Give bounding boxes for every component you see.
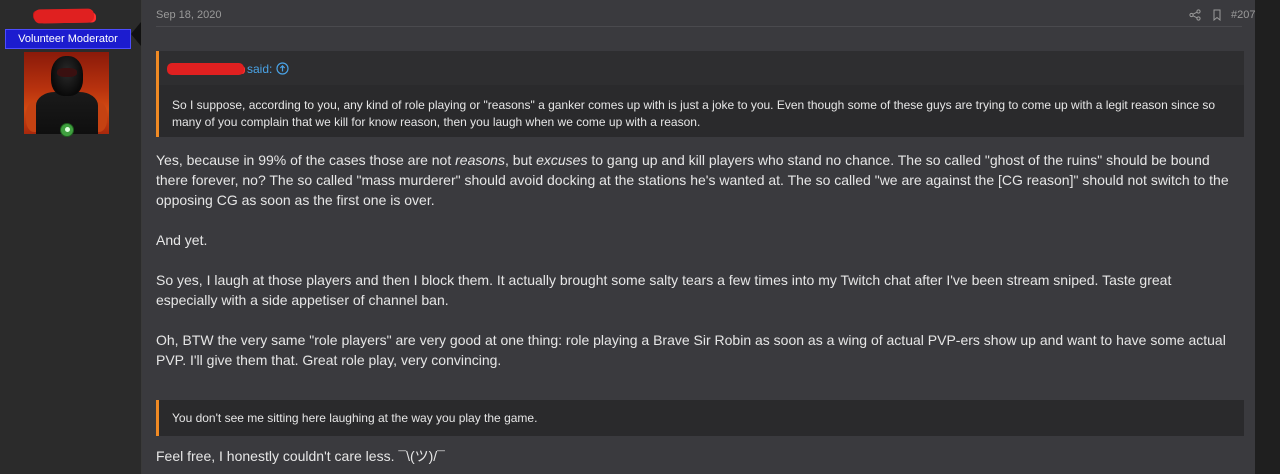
username-redacted[interactable] (33, 8, 95, 24)
quote-said-label[interactable]: said: (247, 62, 272, 76)
quote-block: You don't see me sitting here laughing a… (156, 400, 1244, 436)
text-span: Yes, because in 99% of the cases those a… (156, 152, 456, 168)
online-status-icon (60, 123, 74, 137)
italic-text: reasons (455, 152, 505, 168)
post-paragraph: Oh, BTW the very same "role players" are… (156, 332, 1226, 368)
post-paragraph: Yes, because in 99% of the cases those a… (156, 150, 1236, 210)
italic-text: excuses (536, 152, 588, 168)
go-to-quote-icon[interactable] (276, 62, 289, 75)
post-paragraph: So yes, I laugh at those players and the… (156, 272, 1172, 308)
right-gutter (1255, 0, 1280, 474)
post-number[interactable]: #207 (1231, 9, 1255, 21)
avatar[interactable] (24, 52, 109, 134)
quote-header: said: (159, 51, 1244, 85)
text-span: , but (504, 152, 537, 168)
quote-author-redacted[interactable] (167, 63, 244, 75)
user-arrow-pointer (131, 22, 141, 46)
bookmark-icon[interactable] (1211, 9, 1223, 21)
quote-body: You don't see me sitting here laughing a… (172, 411, 538, 425)
role-badge: Volunteer Moderator (5, 29, 131, 49)
quote-block: said: So I suppose, according to you, an… (156, 51, 1244, 137)
share-icon[interactable] (1189, 9, 1201, 21)
post-header: Sep 18, 2020 #207 (156, 0, 1255, 27)
user-info-panel: Volunteer Moderator (0, 0, 142, 474)
post-paragraph: And yet. (156, 232, 208, 248)
quote-body: So I suppose, according to you, any kind… (172, 98, 1216, 129)
avatar-visor (57, 68, 77, 77)
post-paragraph: Feel free, I honestly couldn't care less… (156, 448, 445, 464)
post-date[interactable]: Sep 18, 2020 (156, 9, 221, 21)
post: Sep 18, 2020 #207 said: So I suppose, ac… (142, 0, 1255, 474)
